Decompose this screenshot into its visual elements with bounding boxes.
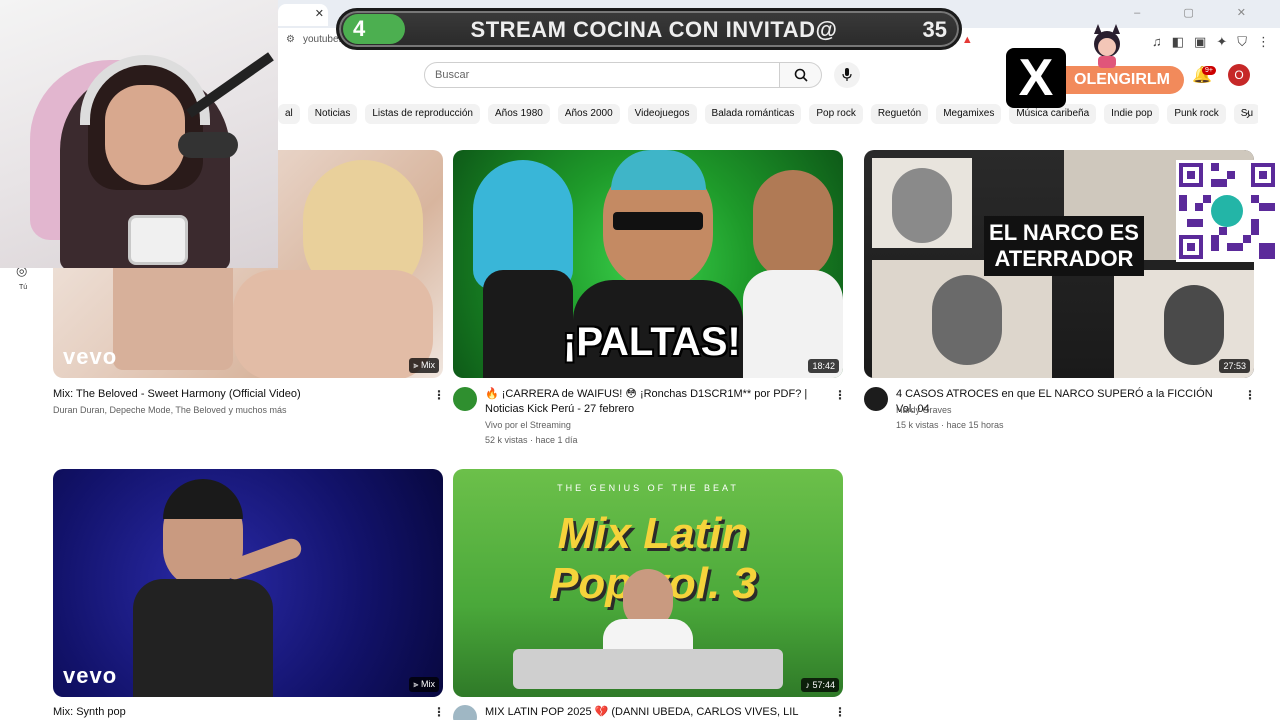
thumb-photo-face	[932, 275, 1002, 365]
mix-badge: ⫸ Mix	[409, 677, 439, 692]
x-logo-icon: X	[1006, 48, 1066, 108]
video-menu-icon[interactable]: ⋮	[433, 705, 445, 719]
social-handle-text: OLENGIRLM	[1074, 71, 1170, 88]
webcam-overlay	[0, 0, 278, 268]
microphone	[178, 132, 238, 158]
chip[interactable]: Pop rock	[809, 104, 863, 124]
site-settings-icon[interactable]: ⚙	[286, 34, 295, 45]
thumb-person-hair	[611, 150, 706, 190]
vevo-logo: vevo	[63, 663, 118, 688]
video-stats: 15 k vistas · hace 15 horas	[896, 420, 1004, 430]
video-menu-icon[interactable]: ⋮	[834, 705, 846, 719]
mix-badge: ⫸ Mix	[409, 358, 439, 373]
video-title[interactable]: 🔥 ¡CARRERA de WAIFUS! 😳 ¡Ronchas D1SCR1M…	[485, 387, 815, 417]
thumb-photo	[872, 260, 1052, 378]
channel-avatar[interactable]	[453, 387, 477, 411]
channel-avatar[interactable]	[453, 705, 477, 720]
chip[interactable]: Balada románticas	[704, 104, 802, 124]
stream-counter-right: 35	[922, 17, 947, 42]
thumb-headline: EL NARCO ES ATERRADOR	[984, 216, 1144, 276]
mix-badge-label: Mix	[421, 360, 435, 370]
microphone-icon	[842, 68, 852, 81]
tab-close-icon[interactable]: ✕	[315, 7, 324, 20]
thumb-singer-body	[133, 579, 273, 697]
anime-avatar-icon	[1094, 24, 1120, 68]
thumb-person-face	[753, 170, 833, 280]
you-label[interactable]: Tú	[19, 284, 27, 291]
category-chips: al Noticias Listas de reproducción Años …	[278, 104, 1258, 124]
thumb-photo-face	[1164, 285, 1224, 365]
thumb-headline: ¡PALTAS!	[563, 320, 741, 364]
chip[interactable]: Reguetón	[870, 104, 929, 124]
stream-title: STREAM COCINA CON INVITAD@	[470, 17, 838, 42]
music-icon[interactable]: ♫	[1152, 34, 1162, 50]
thumb-tagline: THE GENIUS OF THE BEAT	[557, 483, 739, 493]
video-title[interactable]: Mix: The Beloved - Sweet Harmony (Offici…	[53, 387, 413, 402]
chip[interactable]: Listas de reproducción	[365, 104, 480, 124]
chip[interactable]: Indie pop	[1104, 104, 1160, 124]
video-duration: 27:53	[1219, 359, 1250, 373]
video-duration: 18:42	[808, 359, 839, 373]
video-channel[interactable]: Hardy Graves	[896, 403, 1226, 418]
video-thumbnail-4[interactable]: vevo ⫸ Mix	[53, 469, 443, 697]
video-thumbnail-5[interactable]: THE GENIUS OF THE BEAT Mix Latin Pop vol…	[453, 469, 843, 697]
thumb-dj-deck	[513, 649, 783, 689]
chip[interactable]: Años 1980	[488, 104, 550, 124]
video-duration: ♪ 57:44	[801, 678, 839, 692]
video-stats: 52 k vistas · hace 1 día	[485, 435, 578, 445]
donation-qr-code	[1176, 160, 1278, 262]
menu-icon[interactable]: ⋮	[1257, 34, 1270, 50]
thumb-person-body	[483, 270, 573, 378]
vevo-logo: vevo	[63, 344, 118, 369]
ai-icon[interactable]: ✦	[1216, 34, 1227, 50]
chip[interactable]: Punk rock	[1167, 104, 1226, 124]
sidebar-icon[interactable]: ◧	[1172, 34, 1184, 50]
thumb-singer-hair	[163, 479, 243, 519]
video-menu-icon[interactable]: ⋮	[433, 388, 445, 402]
user-avatar[interactable]: O	[1228, 64, 1250, 86]
cup	[128, 215, 188, 265]
video-channel[interactable]: Vivo por el Streaming	[485, 418, 815, 433]
notification-badge: 9+	[1202, 66, 1216, 75]
stream-counter-left: 4	[343, 14, 405, 44]
thumb-glasses	[613, 212, 703, 230]
rewards-icon[interactable]: ▲	[962, 34, 973, 47]
video-duration-label: 57:44	[812, 680, 835, 690]
chip[interactable]: Años 2000	[557, 104, 620, 124]
video-title[interactable]: Mix: Synth pop	[53, 705, 413, 720]
chip[interactable]: Noticias	[307, 104, 358, 124]
voice-search-button[interactable]	[834, 62, 860, 88]
mix-badge-label: Mix	[421, 679, 435, 689]
qr-pattern	[1179, 163, 1275, 259]
vpn-icon[interactable]: ⛉	[1237, 34, 1247, 50]
video-channel[interactable]: Duran Duran, Depeche Mode, The Beloved y…	[53, 403, 413, 418]
wallet-icon[interactable]: ▣	[1194, 34, 1206, 50]
thumb-photo-face	[892, 168, 952, 243]
chip[interactable]: Megamixes	[936, 104, 1002, 124]
video-title[interactable]: MIX LATIN POP 2025 💔 (DANNI UBEDA, CARLO…	[485, 705, 825, 720]
search-placeholder: Buscar	[435, 69, 470, 81]
thumb-figure	[233, 270, 433, 378]
window-controls[interactable]: – ▢ ✕	[1134, 6, 1266, 19]
extension-icons: ♫ ◧ ▣ ✦ ⛉ ⋮	[1152, 34, 1270, 50]
search-input[interactable]: Buscar	[424, 62, 780, 88]
video-menu-icon[interactable]: ⋮	[834, 388, 846, 402]
chips-next-icon[interactable]: ›	[1246, 106, 1251, 122]
social-handle: OLENGIRLM	[1064, 66, 1184, 94]
stream-banner: 4 STREAM COCINA CON INVITAD@ 35	[336, 8, 962, 50]
video-thumbnail-2[interactable]: ¡PALTAS! 18:42	[453, 150, 843, 378]
channel-avatar[interactable]	[864, 387, 888, 411]
thumb-photo	[872, 158, 972, 248]
search-button[interactable]	[780, 62, 822, 88]
chip[interactable]: Videojuegos	[627, 104, 697, 124]
browser-tab[interactable]: ✕	[278, 4, 328, 26]
video-menu-icon[interactable]: ⋮	[1244, 388, 1256, 402]
search-icon	[794, 68, 808, 82]
chip[interactable]: al	[278, 104, 300, 124]
